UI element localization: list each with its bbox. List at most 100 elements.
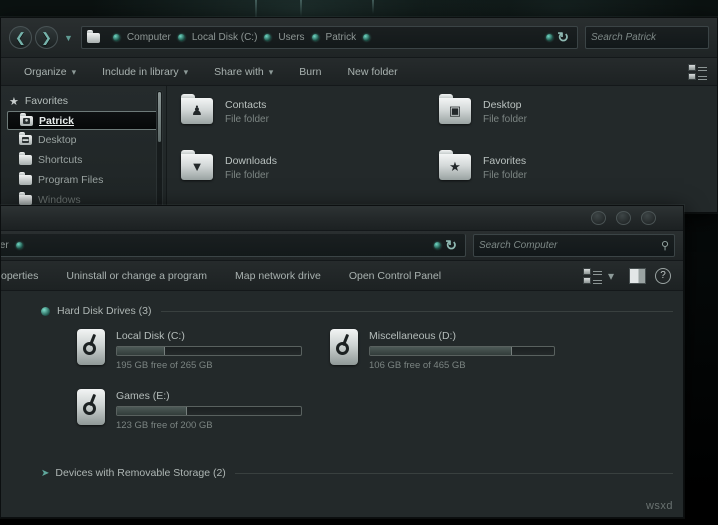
breadcrumb-separator-icon[interactable]	[363, 34, 370, 41]
include-in-library-button[interactable]: Include in library▾	[89, 66, 201, 78]
properties-button[interactable]: operties	[1, 270, 52, 282]
command-bar: Organize▾ Include in library▾ Share with…	[1, 58, 717, 86]
hard-drive-icon	[77, 329, 105, 365]
breadcrumb-separator-icon[interactable]	[178, 34, 185, 41]
breadcrumb-separator-icon[interactable]	[113, 34, 120, 41]
maximize-button[interactable]	[616, 211, 631, 225]
refresh-icon[interactable]: ↻	[443, 237, 461, 254]
breadcrumb-end-icon[interactable]	[546, 34, 553, 41]
file-type: File folder	[483, 113, 527, 127]
computer-content[interactable]: Hard Disk Drives (3) Local Disk (C:) 195…	[1, 291, 683, 518]
map-network-drive-button[interactable]: Map network drive	[221, 270, 335, 282]
breadcrumb: ter	[0, 240, 427, 251]
back-button[interactable]: ❮	[9, 26, 32, 49]
watermark: wsxd	[646, 500, 673, 512]
chevron-right-icon[interactable]: ➤	[41, 468, 49, 479]
capacity-bar-fill	[370, 347, 512, 355]
breadcrumb-item-computer[interactable]: ter	[0, 240, 9, 251]
change-view-button[interactable]	[688, 64, 707, 80]
computer-title-bar[interactable]	[1, 206, 683, 231]
change-view-button[interactable]	[583, 268, 602, 284]
breadcrumb-item-users[interactable]: Users	[278, 32, 304, 43]
minimize-button[interactable]	[591, 211, 606, 225]
file-item-favorites[interactable]: ★ Favorites File folder	[439, 152, 697, 208]
new-folder-button[interactable]: New folder	[334, 66, 410, 78]
sidebar-item-label: Desktop	[38, 134, 77, 146]
address-bar[interactable]: ter ↻	[0, 234, 466, 257]
sidebar-item-program-files[interactable]: Program Files	[1, 170, 166, 190]
downloads-folder-icon: ▼	[181, 154, 213, 180]
file-item-contacts[interactable]: ♟ Contacts File folder	[181, 96, 439, 152]
chevron-down-icon: ▾	[184, 67, 189, 77]
computer-window[interactable]: ter ↻ Search Computer ⚲ operties Uninsta…	[0, 205, 684, 518]
share-label: Share with	[214, 66, 264, 78]
file-name: Downloads	[225, 154, 277, 169]
drive-free-space: 106 GB free of 465 GB	[369, 359, 555, 372]
sidebar-item-favorites[interactable]: ★ Favorites	[1, 91, 166, 111]
address-bar[interactable]: Computer Local Disk (C:) Users Patrick ↻	[81, 26, 578, 49]
sidebar-item-label: Favorites	[25, 95, 68, 107]
refresh-icon[interactable]: ↻	[555, 29, 573, 46]
organize-button[interactable]: Organize▾	[11, 66, 89, 78]
sidebar-item-desktop[interactable]: ▬ Desktop	[1, 130, 166, 150]
file-list-pane[interactable]: ♟ Contacts File folder ▣ Desktop File fo…	[167, 86, 717, 213]
drive-item-local-disk-c[interactable]: Local Disk (C:) 195 GB free of 265 GB	[77, 329, 330, 385]
file-name: Favorites	[483, 154, 527, 169]
view-icon-lines	[698, 76, 707, 77]
file-grid: ♟ Contacts File folder ▣ Desktop File fo…	[181, 96, 717, 213]
open-control-panel-button[interactable]: Open Control Panel	[335, 270, 455, 282]
view-icon-square	[583, 268, 591, 275]
capacity-bar	[116, 346, 302, 356]
breadcrumb-separator-icon[interactable]	[264, 34, 271, 41]
drive-name: Games (E:)	[116, 389, 302, 403]
close-button[interactable]	[641, 211, 656, 225]
desktop-folder-icon: ▣	[439, 98, 471, 124]
breadcrumb-end-icon[interactable]	[434, 242, 441, 249]
explorer-window[interactable]: ❮ ❯ ▼ Computer Local Disk (C:) Users Pat…	[0, 17, 718, 213]
user-folder-icon: ●	[20, 116, 33, 126]
sidebar-item-label: Patrick	[39, 115, 74, 127]
forward-button[interactable]: ❯	[35, 26, 58, 49]
file-type: File folder	[225, 169, 277, 183]
group-header-removable-storage[interactable]: ➤ Devices with Removable Storage (2)	[41, 467, 683, 479]
scrollbar-thumb[interactable]	[158, 92, 161, 142]
sidebar-item-shortcuts[interactable]: Shortcuts	[1, 150, 166, 170]
file-type: File folder	[483, 169, 527, 183]
chevron-down-icon[interactable]: ▾	[602, 269, 620, 283]
drive-free-space: 123 GB free of 200 GB	[116, 419, 302, 432]
chevron-down-icon: ▾	[269, 67, 274, 77]
uninstall-button[interactable]: Uninstall or change a program	[52, 270, 221, 282]
file-item-downloads[interactable]: ▼ Downloads File folder	[181, 152, 439, 208]
burn-button[interactable]: Burn	[286, 66, 334, 78]
share-with-button[interactable]: Share with ▾	[201, 66, 286, 78]
group-header-hard-disk-drives[interactable]: Hard Disk Drives (3)	[41, 305, 683, 317]
sidebar-scrollbar[interactable]	[156, 90, 163, 208]
preview-pane-button[interactable]	[629, 268, 646, 284]
chevron-down-icon[interactable]: ▼	[64, 33, 73, 43]
folder-icon	[19, 195, 32, 205]
computer-command-bar: operties Uninstall or change a program M…	[1, 261, 683, 291]
sidebar-item-patrick[interactable]: ● Patrick	[7, 111, 158, 130]
search-box[interactable]: Search Computer ⚲	[473, 234, 675, 257]
help-button[interactable]: ?	[655, 268, 671, 284]
window-controls	[591, 211, 656, 225]
search-input[interactable]: Search Patrick	[591, 32, 703, 43]
breadcrumb-item-computer[interactable]: Computer	[127, 32, 171, 43]
folder-icon	[19, 155, 32, 165]
view-icon-lines	[593, 271, 602, 272]
breadcrumb-item-patrick[interactable]: Patrick	[326, 32, 357, 43]
search-input[interactable]: Search Computer	[479, 240, 661, 251]
search-box[interactable]: Search Patrick	[585, 26, 709, 49]
breadcrumb-separator-icon[interactable]	[312, 34, 319, 41]
group-rule	[235, 473, 673, 474]
view-icon-square	[688, 64, 696, 71]
drive-item-miscellaneous-d[interactable]: Miscellaneous (D:) 106 GB free of 465 GB	[330, 329, 583, 385]
group-dot-icon	[41, 307, 50, 316]
file-type: File folder	[225, 113, 269, 127]
explorer-body: ★ Favorites ● Patrick ▬ Desktop Shortcut…	[1, 86, 717, 213]
breadcrumb-item-local-disk[interactable]: Local Disk (C:)	[192, 32, 258, 43]
breadcrumb-separator-icon[interactable]	[16, 242, 23, 249]
file-item-desktop[interactable]: ▣ Desktop File folder	[439, 96, 697, 152]
screen: ❮ ❯ ▼ Computer Local Disk (C:) Users Pat…	[0, 0, 718, 525]
drive-item-games-e[interactable]: Games (E:) 123 GB free of 200 GB	[77, 389, 330, 445]
